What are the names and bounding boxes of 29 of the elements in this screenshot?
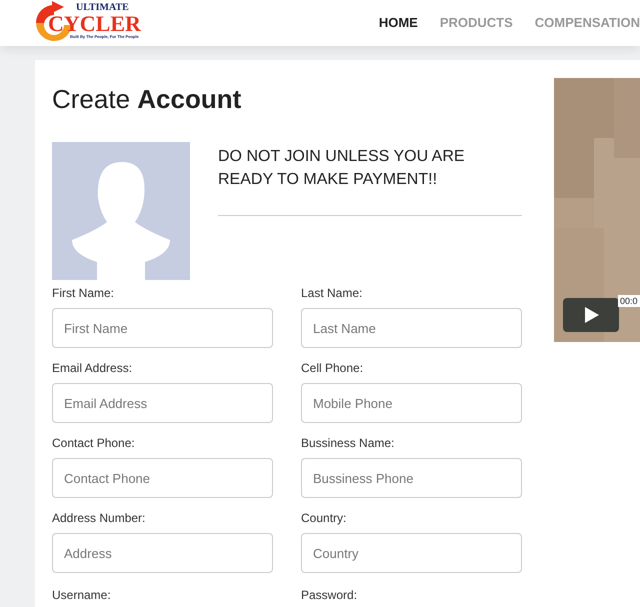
input-field[interactable]: Address (52, 533, 273, 573)
input-field[interactable]: Last Name (301, 308, 522, 348)
field-label: Country: (301, 510, 348, 525)
nav-link[interactable]: COMPENSATION (534, 13, 640, 33)
nav-link[interactable]: HOME (378, 13, 418, 33)
input-field[interactable]: Contact Phone (52, 458, 273, 498)
input-field[interactable]: Mobile Phone (301, 383, 522, 423)
logo-name: CYCLER (48, 13, 141, 35)
field-label: Last Name: (301, 285, 364, 300)
logo-top-text: ULTIMATE (76, 3, 129, 13)
input-field[interactable]: Bussiness Phone (301, 458, 522, 498)
time-tooltip: 00:0 (618, 295, 640, 307)
input-field[interactable]: Email Address (52, 383, 273, 423)
field-label: First Name: (52, 285, 116, 300)
field-label: Password: (301, 587, 358, 604)
input-field[interactable]: First Name (52, 308, 273, 348)
field-label: Email Address: (52, 360, 134, 375)
field-label: Contact Phone: (52, 435, 136, 450)
field-label: Bussiness Name: (301, 435, 396, 450)
field-label: Address Number: (52, 510, 146, 525)
nav-link[interactable]: PRODUCTS (440, 13, 513, 33)
play-icon (583, 307, 599, 323)
field-label: Cell Phone: (301, 360, 364, 375)
field-label: Username: (52, 587, 112, 604)
play-button[interactable] (563, 298, 619, 332)
input-field[interactable]: Country (301, 533, 522, 573)
avatar-silhouette-icon (52, 142, 190, 280)
warning-notice: DO NOT JOIN UNLESS YOU ARE READY TO MAKE PAYMENT!! (218, 147, 466, 190)
page-title: Create Account (52, 83, 242, 116)
